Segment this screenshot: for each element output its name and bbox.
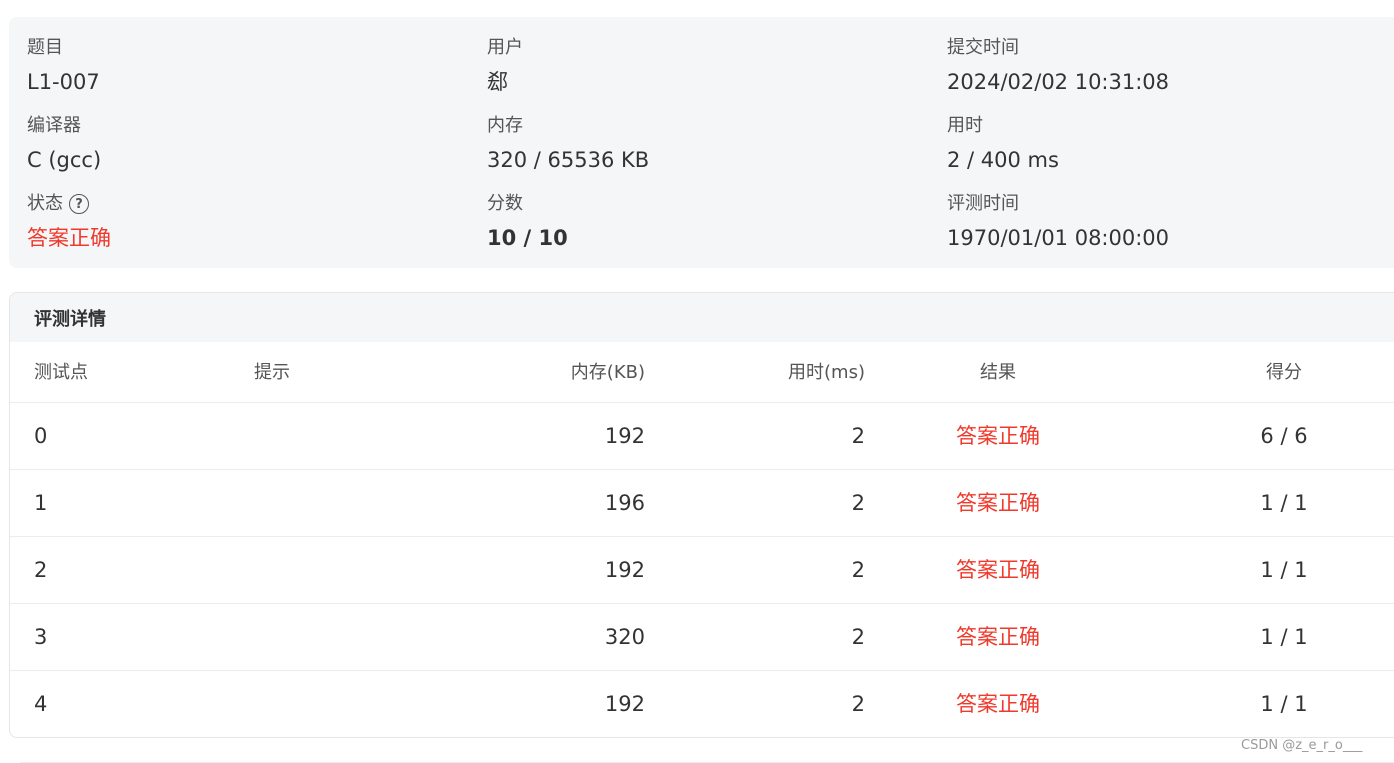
memory-field: 内存 320 / 65536 KB bbox=[487, 114, 649, 174]
cell-time: 2 bbox=[851, 625, 865, 649]
cell-time: 2 bbox=[851, 692, 865, 716]
cell-time: 2 bbox=[851, 558, 865, 582]
cell-memory: 192 bbox=[604, 692, 645, 716]
judge-time-value: 1970/01/01 08:00:00 bbox=[947, 226, 1170, 250]
cell-case: 0 bbox=[34, 424, 48, 448]
table-header: 测试点 提示 内存(KB) 用时(ms) 结果 得分 bbox=[10, 342, 1394, 403]
problem-value: L1-007 bbox=[27, 70, 100, 94]
time-value: 2 / 400 ms bbox=[947, 148, 1059, 172]
table-row: 2 192 2 答案正确 1 / 1 bbox=[10, 537, 1394, 604]
time-label: 用时 bbox=[947, 115, 983, 136]
cell-case: 4 bbox=[34, 692, 48, 716]
cell-memory: 192 bbox=[604, 424, 645, 448]
score-value: 10 / 10 bbox=[487, 226, 568, 250]
cell-score: 1 / 1 bbox=[1260, 491, 1308, 515]
submit-time-value: 2024/02/02 10:31:08 bbox=[947, 70, 1170, 94]
cell-memory: 320 bbox=[604, 625, 645, 649]
cell-result: 答案正确 bbox=[956, 424, 1040, 448]
col-result: 结果 bbox=[980, 362, 1016, 383]
status-field: 状态 ? 答案正确 bbox=[27, 192, 111, 252]
cell-result: 答案正确 bbox=[956, 692, 1040, 716]
col-hint: 提示 bbox=[254, 362, 290, 383]
time-field: 用时 2 / 400 ms bbox=[947, 114, 1059, 174]
table-row: 0 192 2 答案正确 6 / 6 bbox=[10, 403, 1394, 470]
cell-result: 答案正确 bbox=[956, 558, 1040, 582]
cell-score: 1 / 1 bbox=[1260, 625, 1308, 649]
compiler-field: 编译器 C (gcc) bbox=[27, 114, 101, 174]
score-field: 分数 10 / 10 bbox=[487, 192, 568, 252]
cell-case: 1 bbox=[34, 491, 48, 515]
submit-time-field: 提交时间 2024/02/02 10:31:08 bbox=[947, 36, 1169, 96]
status-value: 答案正确 bbox=[27, 226, 111, 250]
compiler-value: C (gcc) bbox=[27, 148, 102, 172]
submission-info-card: 题目 L1-007 用户 郄 提交时间 2024/02/02 10:31:08 … bbox=[9, 17, 1394, 268]
table-row: 4 192 2 答案正确 1 / 1 bbox=[10, 671, 1394, 737]
judge-time-label: 评测时间 bbox=[947, 193, 1019, 214]
problem-field: 题目 L1-007 bbox=[27, 36, 100, 96]
submit-time-label: 提交时间 bbox=[947, 37, 1019, 58]
cell-score: 1 / 1 bbox=[1260, 692, 1308, 716]
col-case: 测试点 bbox=[34, 362, 88, 383]
judge-details-card: 评测详情 测试点 提示 内存(KB) 用时(ms) 结果 得分 0 192 2 … bbox=[9, 292, 1394, 738]
problem-label: 题目 bbox=[27, 37, 63, 58]
table-row: 3 320 2 答案正确 1 / 1 bbox=[10, 604, 1394, 671]
cell-time: 2 bbox=[851, 491, 865, 515]
score-label: 分数 bbox=[487, 193, 523, 214]
status-label-row: 状态 ? bbox=[27, 192, 111, 216]
judge-details-title: 评测详情 bbox=[10, 293, 1394, 342]
memory-label: 内存 bbox=[487, 115, 523, 136]
judge-time-field: 评测时间 1970/01/01 08:00:00 bbox=[947, 192, 1169, 252]
cell-result: 答案正确 bbox=[956, 491, 1040, 515]
user-value: 郄 bbox=[487, 70, 508, 94]
compiler-label: 编译器 bbox=[27, 115, 81, 136]
cell-memory: 192 bbox=[604, 558, 645, 582]
cell-result: 答案正确 bbox=[956, 625, 1040, 649]
col-memory: 内存(KB) bbox=[570, 362, 645, 383]
cell-time: 2 bbox=[851, 424, 865, 448]
cell-case: 3 bbox=[34, 625, 48, 649]
cell-score: 6 / 6 bbox=[1260, 424, 1308, 448]
col-score: 得分 bbox=[1266, 362, 1302, 383]
watermark: CSDN @z_e_r_o___ bbox=[1241, 738, 1363, 753]
table-row: 1 196 2 答案正确 1 / 1 bbox=[10, 470, 1394, 537]
cell-memory: 196 bbox=[604, 491, 645, 515]
status-label: 状态 bbox=[27, 193, 63, 214]
col-time: 用时(ms) bbox=[788, 362, 865, 383]
cell-score: 1 / 1 bbox=[1260, 558, 1308, 582]
question-circle-icon[interactable]: ? bbox=[69, 194, 89, 214]
cell-case: 2 bbox=[34, 558, 48, 582]
user-label: 用户 bbox=[487, 37, 523, 58]
memory-value: 320 / 65536 KB bbox=[487, 148, 650, 172]
user-field: 用户 郄 bbox=[487, 36, 523, 96]
